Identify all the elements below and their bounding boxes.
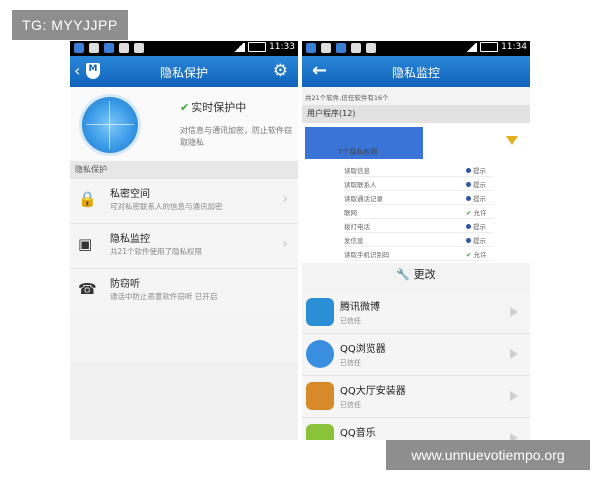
app-name: QQ浏览器 — [340, 344, 386, 355]
group-header[interactable]: 用户程序(12) — [302, 105, 530, 123]
shield-status-icon — [306, 43, 316, 53]
collapse-triangle-icon[interactable] — [506, 136, 518, 145]
check-icon: ✔ — [466, 209, 472, 217]
app-name: QQ音乐 — [340, 428, 376, 439]
chevron-right-icon: › — [282, 236, 288, 252]
page-title: 隐私保护 — [159, 66, 208, 80]
item-subtitle: 可对私密联系人的信息与通讯加密 — [110, 202, 223, 211]
permission-row[interactable]: 发信息 提示 — [344, 233, 494, 247]
qq-hall-installer-icon — [306, 382, 334, 410]
prompt-icon — [466, 224, 471, 229]
watermark-top-left: TG: MYYJJPP — [12, 10, 128, 40]
prompt-icon — [466, 196, 471, 201]
arrow-right-icon — [510, 307, 518, 317]
app-item[interactable]: QQ浏览器 已信任 — [302, 334, 530, 376]
app-item[interactable]: QQ大厅安装器 已信任 — [302, 376, 530, 418]
list-item-privacy-monitor[interactable]: ▣ 隐私监控 共21个软件使用了隐私权限 › — [70, 224, 298, 269]
permission-row[interactable]: 读取信息 提示 — [344, 163, 494, 177]
status-time: 11:34 — [501, 42, 527, 52]
watermark-bottom-right: www.unnuevotiempo.org — [386, 440, 590, 470]
qq-browser-icon — [306, 340, 334, 368]
app-item[interactable]: 腾讯微博 已信任 — [302, 292, 530, 334]
app-status-icon — [104, 43, 114, 53]
android-icon — [351, 43, 361, 53]
gear-icon[interactable]: ⚙ — [273, 62, 288, 80]
permission-row[interactable]: 拨打电话 提示 — [344, 219, 494, 233]
check-icon: ✔ — [466, 251, 472, 259]
battery-icon — [248, 42, 267, 52]
usb-icon — [366, 43, 376, 53]
status-bar: 11:33 — [70, 41, 298, 56]
info-line: 共21个软件,信任软件有16个 — [305, 94, 389, 102]
permission-row[interactable]: 读取联系人 提示 — [344, 177, 494, 191]
right-phone-screen: 11:34 ← 隐私监控 共21个软件,信任软件有16个 用户程序(12) 7个… — [302, 41, 530, 440]
status-bar: 11:34 — [302, 41, 530, 56]
radar-icon — [82, 97, 138, 153]
item-subtitle: 通话中防止恶意软件窃听 已开启 — [110, 292, 218, 301]
expanded-app-panel: 7个隐私权限 读取信息 提示 读取联系人 提示 读取通话记录 提示 联网 ✔ 允许… — [302, 123, 530, 263]
prompt-icon — [466, 238, 471, 243]
list-item-private-space[interactable]: 🔒 私密空间 可对私密联系人的信息与通讯加密 › — [70, 179, 298, 224]
tencent-weibo-icon — [306, 298, 334, 326]
chevron-right-icon: › — [282, 191, 288, 207]
permission-count: 7个隐私权限 — [338, 148, 378, 156]
left-phone-screen: 11:33 ‹ 隐私保护 ⚙ ✔实时保护中 对信息与通讯加密，防止软件窃取隐私 … — [70, 41, 298, 440]
usb-icon — [134, 43, 144, 53]
qq-music-icon — [306, 424, 334, 440]
phone-lock-icon: ☎ — [78, 280, 97, 298]
notification-icon — [321, 43, 331, 53]
item-title: 私密空间 — [110, 189, 150, 200]
change-button[interactable]: 🔧 更改 — [302, 263, 530, 287]
android-icon — [119, 43, 129, 53]
wrench-icon: 🔧 — [396, 268, 411, 281]
app-status-icon — [336, 43, 346, 53]
app-item[interactable]: QQ音乐 — [302, 418, 530, 440]
shield-status-icon — [74, 43, 84, 53]
title-bar: ← 隐私监控 — [302, 56, 530, 87]
status-time: 11:33 — [269, 42, 295, 52]
monitor-icon: ▣ — [78, 235, 93, 253]
prompt-icon — [466, 168, 471, 173]
arrow-right-icon — [510, 433, 518, 440]
section-header: 隐私保护 — [70, 161, 298, 179]
signal-icon — [233, 42, 246, 52]
item-title: 防窃听 — [110, 279, 140, 290]
app-status: 已信任 — [340, 401, 361, 409]
item-title: 隐私监控 — [110, 234, 150, 245]
arrow-right-icon — [510, 391, 518, 401]
arrow-right-icon — [510, 349, 518, 359]
battery-icon — [480, 42, 499, 52]
list-item-anti-eavesdrop[interactable]: ☎ 防窃听 通话中防止恶意软件窃听 已开启 — [70, 269, 298, 313]
app-name: 腾讯微博 — [340, 302, 380, 313]
app-status: 已信任 — [340, 317, 361, 325]
lock-icon: 🔒 — [78, 190, 97, 208]
protection-status: ✔ 实时保护中 — [180, 101, 247, 114]
app-name: QQ大厅安装器 — [340, 386, 406, 397]
permission-row[interactable]: 读取通话记录 提示 — [344, 191, 494, 205]
empty-area — [70, 363, 298, 440]
app-status: 已信任 — [340, 359, 361, 367]
title-bar: ‹ 隐私保护 ⚙ — [70, 56, 298, 87]
permission-row[interactable]: 联网 ✔ 允许 — [344, 205, 494, 219]
signal-icon — [465, 42, 478, 52]
notification-icon — [89, 43, 99, 53]
item-subtitle: 共21个软件使用了隐私权限 — [110, 247, 203, 256]
prompt-icon — [466, 182, 471, 187]
page-title: 隐私监控 — [391, 66, 440, 80]
check-icon: ✔ — [180, 101, 190, 114]
protection-description: 对信息与通讯加密，防止软件窃取隐私 — [180, 126, 292, 147]
permission-row[interactable]: 读取手机识别码 ✔ 允许 — [344, 247, 494, 261]
